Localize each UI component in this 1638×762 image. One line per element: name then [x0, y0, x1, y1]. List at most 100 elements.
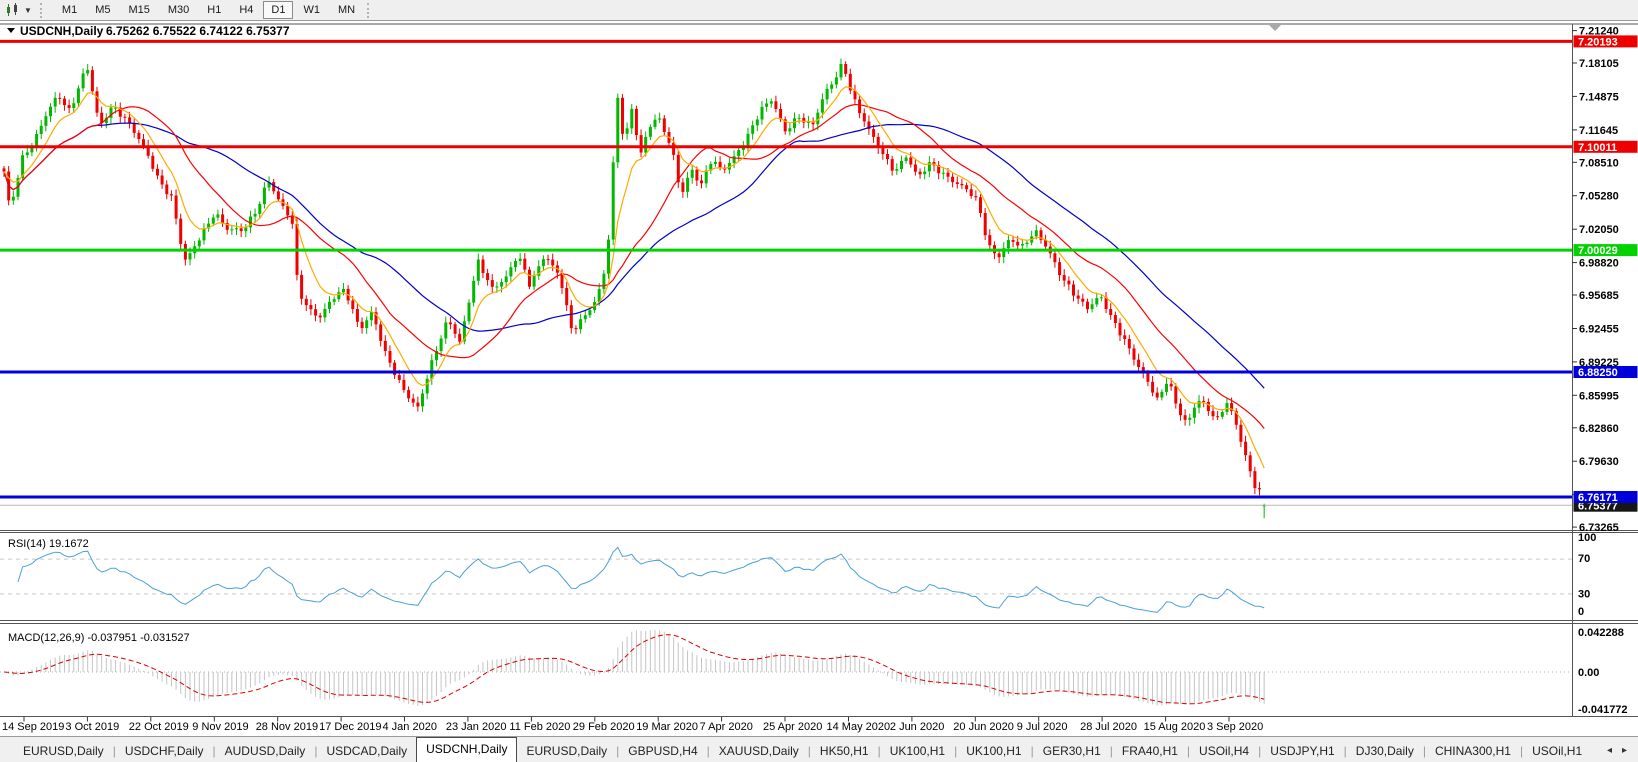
- date-tick-label: 14 May 2020: [827, 721, 891, 733]
- ma-slow-line: [4, 123, 1264, 388]
- date-tick-label: 22 Oct 2019: [129, 721, 189, 733]
- chart-tab-usdchf-daily-1[interactable]: USDCHF,Daily: [116, 741, 213, 762]
- date-tick-label: 20 Jun 2020: [953, 721, 1014, 733]
- timeframe-toolbar: ▼ M1M5M15M30H1H4D1W1MN: [0, 0, 1638, 21]
- chart-tab-hk50-h1-8[interactable]: HK50,H1: [811, 741, 878, 762]
- tab-scroll-arrows: ◂ ▸: [1602, 738, 1638, 762]
- chart-tab-xauusd-daily-7[interactable]: XAUUSD,Daily: [710, 741, 808, 762]
- toolbar-grip-2[interactable]: [367, 3, 375, 18]
- date-tick-label: 3 Sep 2020: [1207, 721, 1263, 733]
- chart-tab-usdjpy-h1-14[interactable]: USDJPY,H1: [1261, 741, 1343, 762]
- tab-scroll-left-icon[interactable]: ◂: [1602, 745, 1617, 756]
- price-tick-label: 6.79630: [1579, 456, 1619, 468]
- macd-tick-label: -0.041772: [1578, 704, 1628, 716]
- chart-tab-usdcnh-daily-4[interactable]: USDCNH,Daily: [416, 737, 517, 762]
- date-tick-label: 7 Apr 2020: [700, 721, 753, 733]
- price-tick-label: 6.82860: [1579, 423, 1619, 435]
- macd-panel: [0, 630, 1572, 706]
- chart-tab-usdcad-daily-3[interactable]: USDCAD,Daily: [317, 741, 416, 762]
- chart-tab-usoil-h4-13[interactable]: USOil,H4: [1190, 741, 1258, 762]
- price-tick-label: 6.95685: [1579, 290, 1619, 302]
- chart-tab-bar: EURUSD,Daily|USDCHF,Daily|AUDUSD,Daily|U…: [0, 736, 1638, 762]
- chart-tab-uk100-h1-9[interactable]: UK100,H1: [881, 741, 954, 762]
- chart-tab-fra40-h1-12[interactable]: FRA40,H1: [1113, 741, 1187, 762]
- date-tick-label: 4 Jan 2020: [383, 721, 437, 733]
- rsi-tick-label: 0: [1578, 606, 1584, 618]
- date-tick-label: 28 Jul 2020: [1080, 721, 1137, 733]
- chart-title-ohlc: 6.75262 6.75522 6.74122 6.75377: [106, 24, 290, 38]
- chart-tab-uk100-h1-10[interactable]: UK100,H1: [957, 741, 1030, 762]
- date-tick-label: 25 Apr 2020: [763, 721, 822, 733]
- title-dropdown-icon[interactable]: [7, 28, 15, 33]
- price-tick-label: 7.05280: [1579, 191, 1619, 203]
- chart-tab-dj30-daily-15[interactable]: DJ30,Daily: [1347, 741, 1423, 762]
- price-tick-label: 7.08510: [1579, 157, 1619, 169]
- chart-tab-gbpusd-h4-6[interactable]: GBPUSD,H4: [619, 741, 706, 762]
- chart-tab-eurusd-daily-5[interactable]: EURUSD,Daily: [517, 741, 616, 762]
- date-tick-label: 9 Nov 2019: [192, 721, 248, 733]
- price-tick-label: 7.18105: [1579, 58, 1619, 70]
- date-tick-label: 3 Oct 2019: [65, 721, 119, 733]
- chart-tabs: EURUSD,Daily|USDCHF,Daily|AUDUSD,Daily|U…: [14, 737, 1591, 762]
- timeframe-button-H4[interactable]: H4: [231, 1, 261, 19]
- timeframe-button-W1[interactable]: W1: [295, 1, 328, 19]
- tab-scroll-right-icon[interactable]: ▸: [1617, 745, 1632, 756]
- price-tick-label: 7.02050: [1579, 224, 1619, 236]
- timeframe-button-D1[interactable]: D1: [263, 1, 293, 19]
- svg-text:7.10011: 7.10011: [1578, 142, 1617, 154]
- timeframe-button-M30[interactable]: M30: [160, 1, 197, 19]
- moving-averages: [4, 87, 1264, 468]
- macd-signal-line: [4, 635, 1264, 704]
- rsi-tick-label: 70: [1578, 553, 1590, 565]
- chart-canvas[interactable]: USDCNH,Daily 6.75262 6.75522 6.74122 6.7…: [0, 0, 1638, 762]
- trading-platform-window: { "toolbar": { "chart_type_tool": "candl…: [0, 0, 1638, 762]
- timeframe-buttons: M1M5M15M30H1H4D1W1MN: [53, 1, 364, 19]
- chart-shift-marker-icon[interactable]: [1269, 25, 1281, 31]
- price-tick-label: 6.85995: [1579, 390, 1619, 402]
- timeframe-button-M5[interactable]: M5: [87, 1, 118, 19]
- candlestick-series: [3, 59, 1266, 519]
- date-tick-label: 2 Jun 2020: [890, 721, 944, 733]
- timeframe-button-M15[interactable]: M15: [120, 1, 157, 19]
- date-tick-label: 29 Feb 2020: [573, 721, 635, 733]
- rsi-tick-label: 30: [1578, 589, 1590, 601]
- chevron-down-icon: ▼: [24, 6, 32, 15]
- timeframe-button-MN[interactable]: MN: [330, 1, 363, 19]
- price-tick-label: 6.98820: [1579, 258, 1619, 270]
- date-tick-label: 11 Feb 2020: [509, 721, 570, 733]
- rsi-panel: [0, 548, 1572, 613]
- price-tick-label: 6.92455: [1579, 324, 1619, 336]
- timeframe-button-H1[interactable]: H1: [199, 1, 229, 19]
- svg-text:6.76171: 6.76171: [1578, 492, 1618, 504]
- macd-tick-label: 0.042288: [1578, 627, 1624, 639]
- chart-tab-eurusd-daily-0[interactable]: EURUSD,Daily: [14, 741, 113, 762]
- svg-text:7.20193: 7.20193: [1578, 36, 1618, 48]
- date-tick-label: 9 Jul 2020: [1017, 721, 1068, 733]
- svg-text:6.88250: 6.88250: [1578, 367, 1618, 379]
- candlestick-chart-icon: [5, 3, 21, 17]
- macd-indicator-label: MACD(12,26,9) -0.037951 -0.031527: [8, 632, 190, 644]
- date-tick-label: 19 Mar 2020: [636, 721, 698, 733]
- horizontal-lines[interactable]: [0, 41, 1572, 505]
- rsi-indicator-label: RSI(14) 19.1672: [8, 538, 89, 550]
- date-axis: 14 Sep 20193 Oct 2019 22 Oct 20199 Nov 20…: [2, 717, 1263, 733]
- timeframe-button-M1[interactable]: M1: [54, 1, 85, 19]
- chart-tab-ger30-h1-11[interactable]: GER30,H1: [1034, 741, 1110, 762]
- macd-tick-label: 0.00: [1578, 667, 1599, 679]
- chart-type-dropdown-button[interactable]: ▼: [0, 1, 37, 19]
- date-tick-label: 28 Nov 2019: [256, 721, 318, 733]
- chart-title: USDCNH,Daily: [20, 24, 104, 38]
- date-tick-label: 23 Jan 2020: [446, 721, 507, 733]
- chart-tab-audusd-daily-2[interactable]: AUDUSD,Daily: [216, 741, 315, 762]
- date-tick-label: 17 Dec 2019: [319, 721, 381, 733]
- chart-tab-china300-h1-16[interactable]: CHINA300,H1: [1426, 741, 1520, 762]
- date-tick-label: 15 Aug 2020: [1144, 721, 1206, 733]
- toolbar-grip[interactable]: [40, 3, 48, 18]
- panel-borders: [0, 24, 1638, 717]
- rsi-line: [18, 548, 1264, 613]
- svg-text:7.00029: 7.00029: [1578, 245, 1618, 257]
- chart-tab-usoil-h1-17[interactable]: USOil,H1: [1523, 741, 1591, 762]
- date-tick-label: 14 Sep 2019: [2, 721, 64, 733]
- price-badges: 6.753777.201937.100117.000296.882506.761…: [1574, 35, 1638, 512]
- rsi-tick-label: 100: [1578, 532, 1596, 544]
